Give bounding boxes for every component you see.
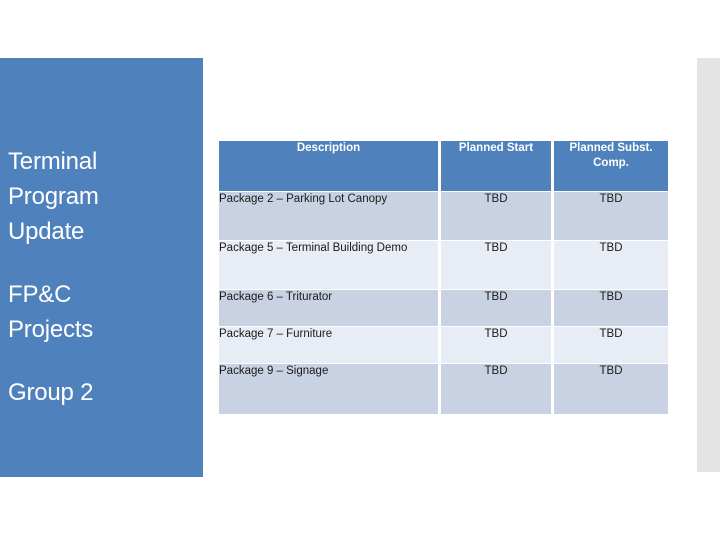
title-spacer-1 bbox=[8, 249, 198, 277]
title-line-program: Program bbox=[8, 183, 99, 210]
cell-planned-subst-comp: TBD bbox=[554, 364, 668, 414]
cell-planned-subst-comp: TBD bbox=[554, 192, 668, 240]
slide-canvas: Terminal Program Update FP&C Projects Gr… bbox=[0, 0, 720, 540]
cell-description: Package 9 – Signage bbox=[219, 364, 438, 414]
subtitle-line-projects: Projects bbox=[8, 316, 94, 343]
table-row: Package 6 – Triturator TBD TBD bbox=[219, 290, 668, 326]
table-row: Package 2 – Parking Lot Canopy TBD TBD bbox=[219, 192, 668, 240]
right-accent-bar bbox=[697, 58, 720, 472]
subtitle-line-group: Group 2 bbox=[8, 379, 94, 406]
cell-description: Package 6 – Triturator bbox=[219, 290, 438, 326]
subtitle-line-fpc: FP&C bbox=[8, 281, 72, 308]
title-text-block: Terminal Program Update FP&C Projects Gr… bbox=[8, 144, 198, 410]
column-header-planned-subst-comp-line2: Comp. bbox=[593, 157, 629, 169]
schedule-table: Description Planned Start Planned Subst.… bbox=[216, 140, 671, 415]
cell-planned-start: TBD bbox=[441, 364, 551, 414]
title-spacer-2 bbox=[8, 347, 198, 375]
title-line-update: Update bbox=[8, 218, 85, 245]
cell-planned-start: TBD bbox=[441, 192, 551, 240]
title-line-terminal: Terminal bbox=[8, 148, 98, 175]
cell-planned-subst-comp: TBD bbox=[554, 290, 668, 326]
table-header: Description Planned Start Planned Subst.… bbox=[219, 141, 668, 191]
table-row: Package 9 – Signage TBD TBD bbox=[219, 364, 668, 414]
cell-planned-start: TBD bbox=[441, 290, 551, 326]
title-panel: Terminal Program Update FP&C Projects Gr… bbox=[0, 58, 203, 477]
table-body: Package 2 – Parking Lot Canopy TBD TBD P… bbox=[219, 192, 668, 414]
table-header-row: Description Planned Start Planned Subst.… bbox=[219, 141, 668, 191]
cell-description: Package 2 – Parking Lot Canopy bbox=[219, 192, 438, 240]
cell-planned-start: TBD bbox=[441, 241, 551, 289]
column-header-planned-subst-comp: Planned Subst. Comp. bbox=[554, 141, 668, 191]
column-header-planned-subst-comp-line1: Planned Subst. bbox=[569, 142, 653, 154]
table-row: Package 5 – Terminal Building Demo TBD T… bbox=[219, 241, 668, 289]
cell-planned-start: TBD bbox=[441, 327, 551, 363]
column-header-description: Description bbox=[219, 141, 438, 191]
column-header-planned-start: Planned Start bbox=[441, 141, 551, 191]
cell-description: Package 7 – Furniture bbox=[219, 327, 438, 363]
table-row: Package 7 – Furniture TBD TBD bbox=[219, 327, 668, 363]
cell-description: Package 5 – Terminal Building Demo bbox=[219, 241, 438, 289]
cell-planned-subst-comp: TBD bbox=[554, 241, 668, 289]
cell-planned-subst-comp: TBD bbox=[554, 327, 668, 363]
